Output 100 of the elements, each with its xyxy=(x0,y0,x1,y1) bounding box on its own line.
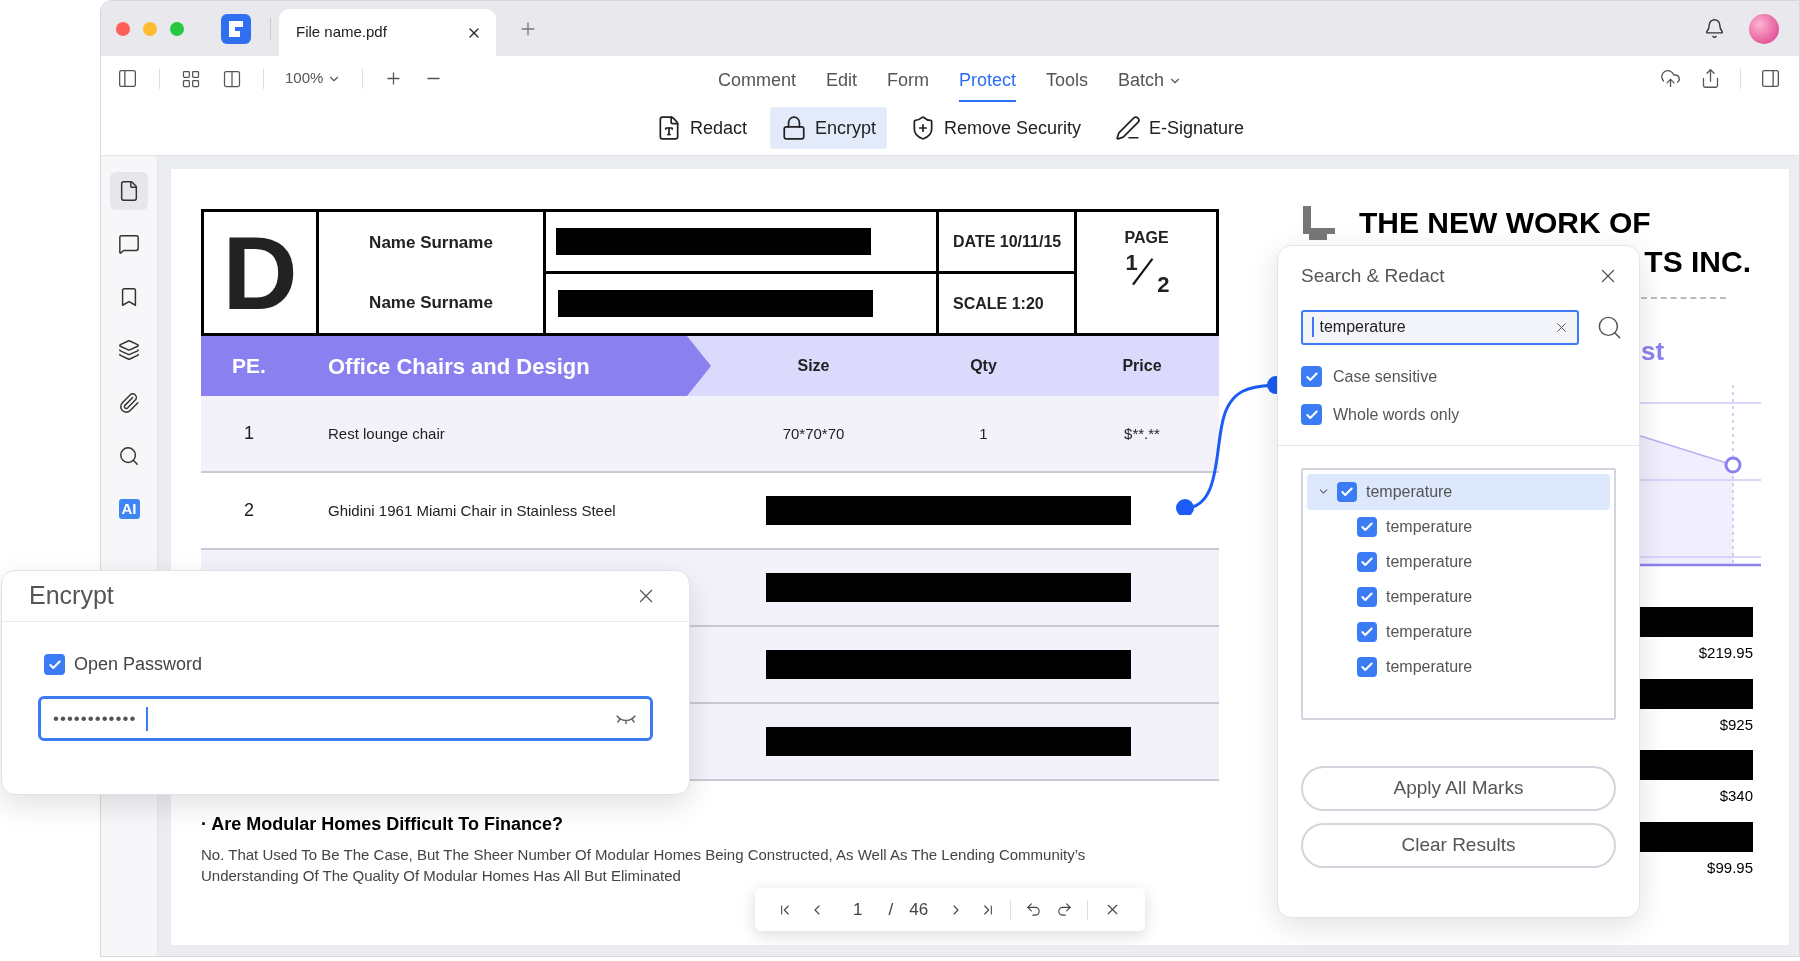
pen-icon xyxy=(1115,115,1142,141)
check-icon xyxy=(1360,625,1374,639)
search-input[interactable]: temperature xyxy=(1319,315,1554,339)
check-icon xyxy=(1340,484,1354,499)
menu-tab[interactable]: Tools xyxy=(1046,67,1089,102)
menu-tab[interactable]: Comment xyxy=(717,67,796,102)
ai-badge: AI xyxy=(118,499,140,519)
tab-title: File name.pdf xyxy=(296,22,388,43)
option-label: Open Password xyxy=(74,653,203,676)
column-header: Price xyxy=(1121,356,1163,376)
row-number: 2 xyxy=(244,500,254,520)
price-text: $340 xyxy=(1719,786,1753,806)
redo-icon[interactable] xyxy=(1056,901,1074,918)
result-item: temperature xyxy=(1386,657,1473,677)
subheading: st xyxy=(1641,334,1665,368)
item-name: Rest lounge chair xyxy=(328,424,445,442)
checkbox[interactable] xyxy=(1301,404,1322,425)
check-icon xyxy=(1304,369,1319,384)
current-page: 1 xyxy=(853,898,863,921)
column-header: Size xyxy=(796,356,831,376)
item-name: Ghidini 1961 Miami Chair in Stainless Steel xyxy=(328,501,616,519)
price-cell: $**.** xyxy=(1124,424,1160,442)
heading-line: TS INC. xyxy=(1644,247,1751,277)
question-heading: · Are Modular Homes Difficult To Finance? xyxy=(201,813,565,836)
protect-tool-button[interactable]: Remove Security xyxy=(898,107,1093,149)
checkbox[interactable] xyxy=(1337,481,1357,502)
qty-cell: 1 xyxy=(979,424,988,442)
share-icon[interactable] xyxy=(1700,68,1721,89)
check-icon xyxy=(1360,660,1374,674)
name-text: Name Surname xyxy=(369,231,493,254)
size-cell: 70*70*70 xyxy=(782,424,845,442)
layers-icon xyxy=(118,339,140,361)
protect-tool-button[interactable]: Encrypt xyxy=(769,107,887,149)
search-field[interactable]: temperature xyxy=(1301,309,1579,345)
check-icon xyxy=(1360,520,1374,534)
result-item: temperature xyxy=(1386,517,1473,537)
price-text: $925 xyxy=(1719,714,1753,735)
date-text: DATE 10/11/15 xyxy=(953,231,1062,252)
checkbox[interactable] xyxy=(1357,517,1377,537)
two-page-view-icon[interactable] xyxy=(222,68,242,89)
checkbox[interactable] xyxy=(44,654,65,675)
page-count: 46 xyxy=(909,898,929,921)
checkbox[interactable] xyxy=(1357,587,1377,607)
panel-action-button[interactable]: Clear Results xyxy=(1301,822,1616,868)
checkbox[interactable] xyxy=(1357,622,1377,642)
result-group-row[interactable]: temperature xyxy=(1307,473,1610,510)
grid-view-icon[interactable] xyxy=(181,68,201,89)
column-header: Qty xyxy=(969,356,998,376)
name-text: Name Surname xyxy=(369,292,493,314)
menu-tab[interactable]: Batch xyxy=(1118,67,1183,102)
lock-icon xyxy=(780,115,807,141)
cloud-upload-icon[interactable] xyxy=(1660,68,1681,89)
menu-tab[interactable]: Edit xyxy=(825,67,857,102)
price-text: $99.95 xyxy=(1707,857,1753,878)
heading-line: THE NEW WORK OF xyxy=(1359,208,1651,238)
page-label: PAGE xyxy=(1124,228,1169,248)
paperclip-icon xyxy=(118,392,140,414)
sidebar-toggle-icon[interactable] xyxy=(117,68,138,89)
menu-tab[interactable]: Form xyxy=(887,67,929,102)
table-title: Office Chairs and Design xyxy=(327,352,590,381)
answer-paragraph: No. That Used To Be The Case, But The Sheer Number Of Modular Homes Being Constructed, As Well As The Lending Community’s Understanding Of The Quality Of Modular Homes Has All But Eliminated xyxy=(201,845,1087,886)
page-icon xyxy=(118,180,140,202)
checkbox[interactable] xyxy=(1357,552,1377,572)
result-item: temperature xyxy=(1386,622,1473,642)
closed-eye-icon[interactable] xyxy=(616,713,636,724)
document-tab[interactable]: File name.pdf xyxy=(279,9,496,56)
option-label: Case sensitive xyxy=(1333,366,1438,387)
zoom-dropdown[interactable]: 100% xyxy=(285,67,342,90)
price-text: $219.95 xyxy=(1698,643,1753,663)
result-item: temperature xyxy=(1386,587,1473,607)
section-code: PE. xyxy=(231,353,267,380)
sidebar-button[interactable] xyxy=(110,172,148,210)
result-item: temperature xyxy=(1386,552,1473,572)
page-separator: / xyxy=(888,898,894,921)
check-icon xyxy=(1304,407,1319,422)
row-number: 1 xyxy=(244,423,254,443)
panel-action-button[interactable]: Apply All Marks xyxy=(1301,765,1616,811)
check-icon xyxy=(1360,590,1374,604)
app-logo-icon xyxy=(221,13,251,44)
scale-text: SCALE 1:20 xyxy=(953,293,1044,314)
password-field[interactable]: •••••••••••• xyxy=(38,696,653,741)
search-icon xyxy=(118,445,140,467)
check-icon xyxy=(1360,555,1374,569)
dialog-title: Encrypt xyxy=(29,580,114,612)
undo-icon[interactable] xyxy=(1025,901,1043,918)
page-total: 2 xyxy=(1157,274,1170,296)
right-panel-toggle-icon[interactable] xyxy=(1760,68,1781,89)
option-label: Whole words only xyxy=(1333,404,1460,425)
avatar-icon[interactable] xyxy=(1749,13,1779,44)
checkbox[interactable] xyxy=(1357,657,1377,677)
bell-icon[interactable] xyxy=(1704,18,1725,39)
page-number: 1 xyxy=(1125,252,1138,274)
sidebar-button[interactable]: AI xyxy=(110,490,148,528)
protect-tool-button[interactable]: Redact xyxy=(644,107,758,149)
checkbox[interactable] xyxy=(1301,366,1322,387)
comment-icon xyxy=(118,233,140,255)
check-icon xyxy=(47,657,62,672)
panel-title: Search & Redact xyxy=(1301,264,1445,288)
menu-tab[interactable]: Protect xyxy=(959,67,1016,102)
protect-tool-button[interactable]: E-Signature xyxy=(1104,107,1256,149)
